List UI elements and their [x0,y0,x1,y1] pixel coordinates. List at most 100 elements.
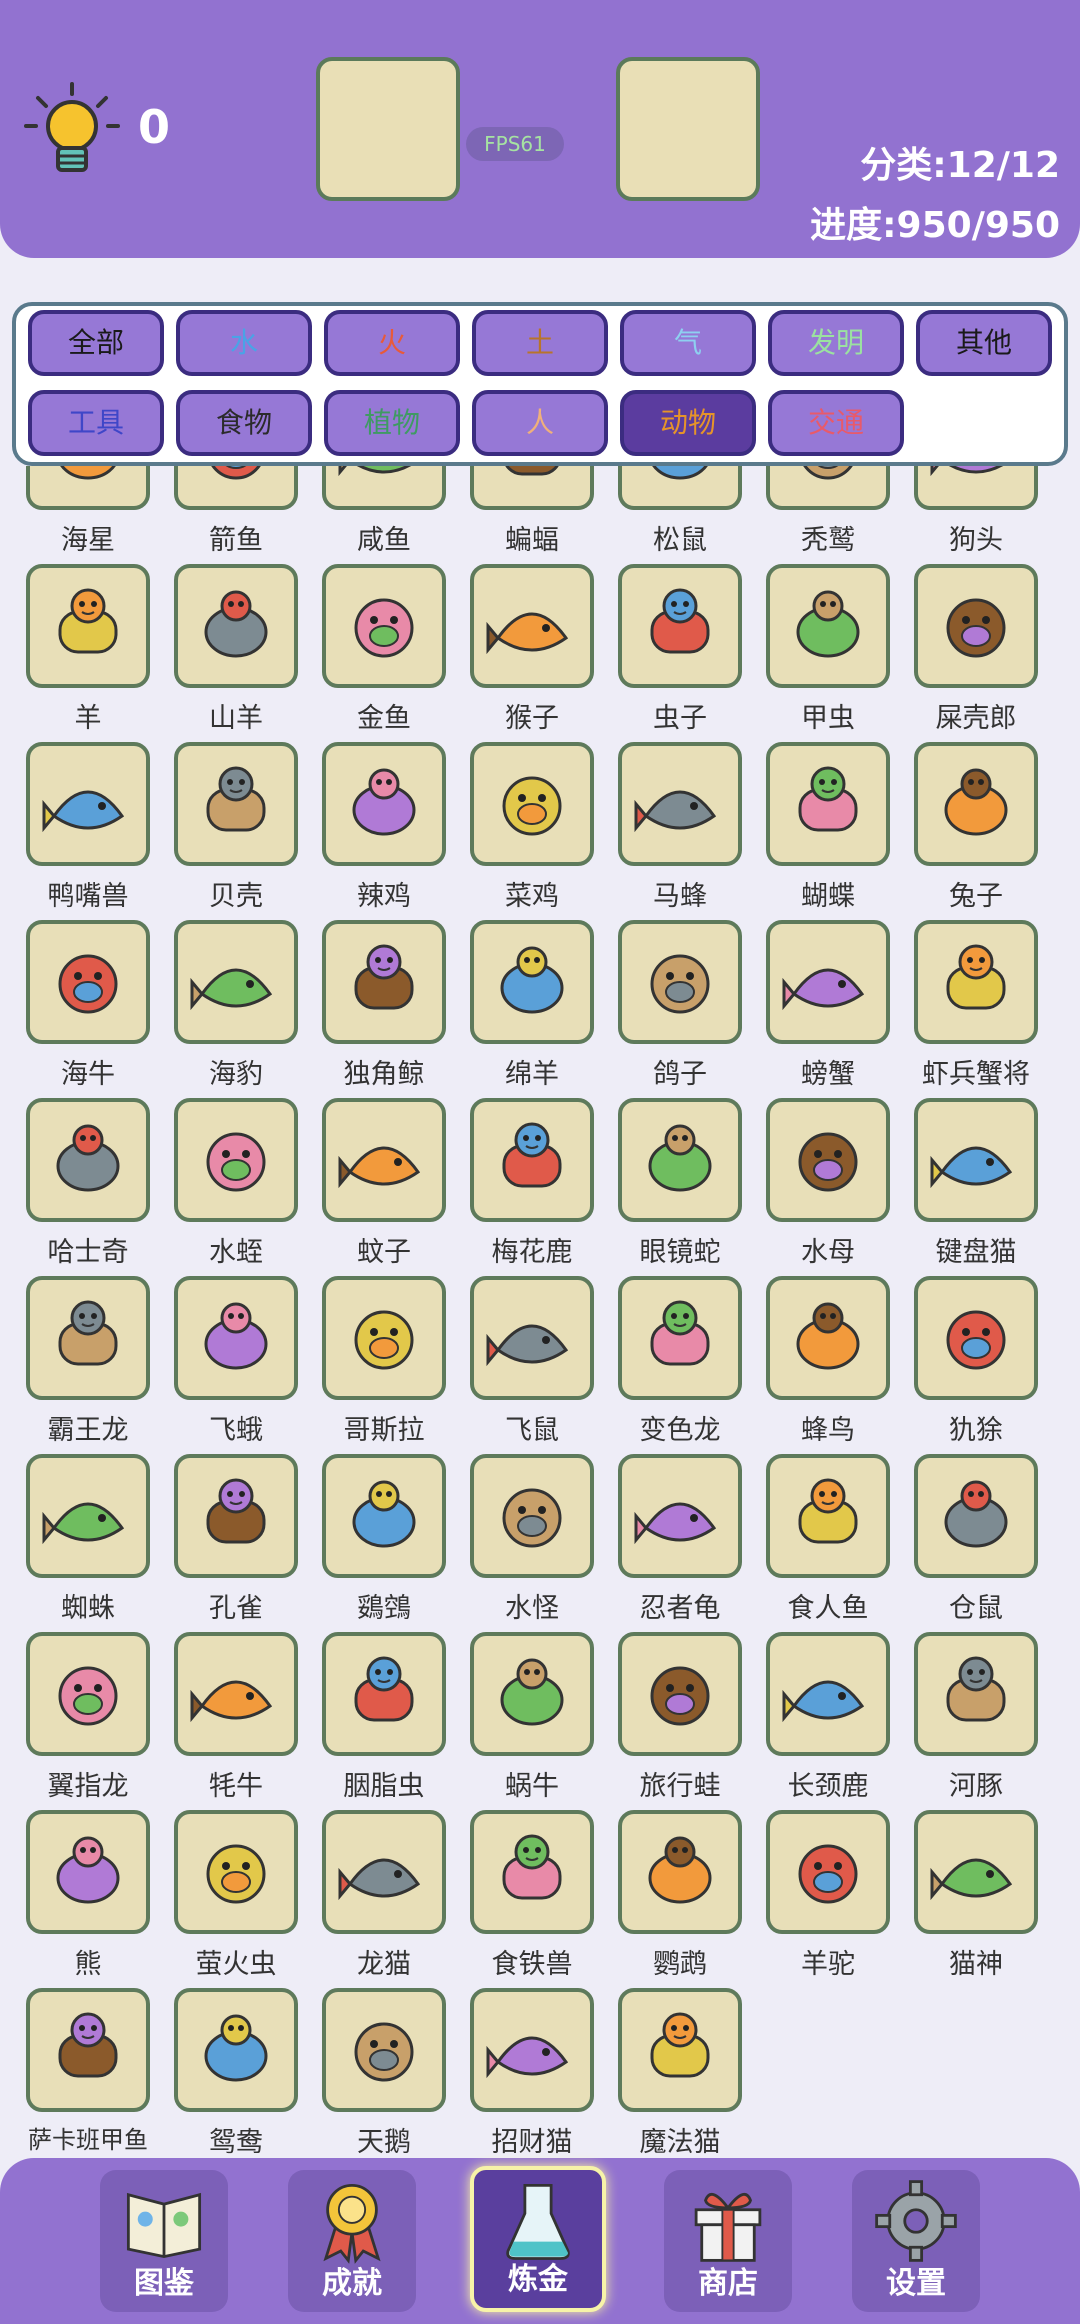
element-tile[interactable] [618,1098,742,1222]
element-tile[interactable] [322,742,446,866]
element-tile[interactable] [26,1988,150,2112]
element-grid[interactable]: 海星 箭鱼 咸鱼 蝙蝠 松鼠 秃鹫 狗头羊 山羊 金鱼 猴子 虫子 甲虫 屎壳郎 鸭嘴兽 贝壳 辣鸡 菜鸡 马蜂 蝴… [0,466,1080,2158]
element-tile[interactable] [914,1276,1038,1400]
element-tile[interactable] [470,564,594,688]
element-tile[interactable] [26,1454,150,1578]
element-card[interactable]: 键盘猫 [902,1098,1050,1276]
element-tile[interactable] [914,564,1038,688]
element-tile[interactable] [618,1454,742,1578]
element-card[interactable]: 水蛭 [162,1098,310,1276]
element-card[interactable]: 哥斯拉 [310,1276,458,1454]
element-card[interactable]: 猴子 [458,564,606,742]
element-card[interactable]: 羊驼 [754,1810,902,1988]
element-card[interactable]: 鵎鵼 [310,1454,458,1632]
element-card[interactable]: 孔雀 [162,1454,310,1632]
element-card[interactable]: 独角鲸 [310,920,458,1098]
element-card[interactable]: 虫子 [606,564,754,742]
element-card[interactable]: 螃蟹 [754,920,902,1098]
element-tile[interactable] [174,466,298,510]
element-tile[interactable] [26,1098,150,1222]
element-card[interactable]: 飞蛾 [162,1276,310,1454]
element-tile[interactable] [322,1810,446,1934]
filter-button[interactable]: 气 [620,310,756,376]
element-card[interactable]: 犰狳 [902,1276,1050,1454]
element-tile[interactable] [618,1988,742,2112]
nav-item[interactable]: 成就 [288,2170,416,2312]
element-tile[interactable] [174,1810,298,1934]
filter-button[interactable]: 土 [472,310,608,376]
filter-button[interactable]: 其他 [916,310,1052,376]
nav-item[interactable]: 图鉴 [100,2170,228,2312]
element-card[interactable]: 水母 [754,1098,902,1276]
element-tile[interactable] [766,466,890,510]
filter-button[interactable]: 交通 [768,390,904,456]
element-card[interactable]: 辣鸡 [310,742,458,920]
element-card[interactable]: 绵羊 [458,920,606,1098]
element-tile[interactable] [26,1632,150,1756]
nav-item[interactable]: 炼金 [470,2166,606,2312]
filter-button[interactable]: 全部 [28,310,164,376]
element-card[interactable]: 狗头 [902,466,1050,564]
element-tile[interactable] [618,1276,742,1400]
element-tile[interactable] [470,1810,594,1934]
element-tile[interactable] [26,742,150,866]
element-tile[interactable] [914,1098,1038,1222]
element-card[interactable]: 山羊 [162,564,310,742]
element-card[interactable]: 哈士奇 [14,1098,162,1276]
element-card[interactable]: 海豹 [162,920,310,1098]
element-tile[interactable] [766,1276,890,1400]
element-tile[interactable] [470,742,594,866]
element-tile[interactable] [26,920,150,1044]
element-tile[interactable] [470,1632,594,1756]
element-tile[interactable] [618,742,742,866]
element-card[interactable]: 猫神 [902,1810,1050,1988]
element-tile[interactable] [914,1810,1038,1934]
filter-button[interactable]: 工具 [28,390,164,456]
element-tile[interactable] [174,1632,298,1756]
element-card[interactable]: 菜鸡 [458,742,606,920]
element-card[interactable]: 鸳鸯 [162,1988,310,2158]
element-tile[interactable] [26,1276,150,1400]
element-tile[interactable] [174,742,298,866]
filter-button[interactable]: 发明 [768,310,904,376]
element-tile[interactable] [470,920,594,1044]
element-card[interactable]: 飞鼠 [458,1276,606,1454]
element-card[interactable]: 鸭嘴兽 [14,742,162,920]
element-tile[interactable] [470,1276,594,1400]
element-card[interactable]: 胭脂虫 [310,1632,458,1810]
element-card[interactable]: 蝴蝶 [754,742,902,920]
element-tile[interactable] [322,466,446,510]
element-tile[interactable] [174,564,298,688]
element-tile[interactable] [766,920,890,1044]
element-card[interactable]: 屎壳郎 [902,564,1050,742]
element-tile[interactable] [766,1454,890,1578]
element-card[interactable]: 马蜂 [606,742,754,920]
element-card[interactable]: 熊 [14,1810,162,1988]
element-card[interactable]: 水怪 [458,1454,606,1632]
element-tile[interactable] [322,1454,446,1578]
element-card[interactable]: 鹦鹉 [606,1810,754,1988]
element-card[interactable]: 牦牛 [162,1632,310,1810]
element-tile[interactable] [322,1276,446,1400]
element-tile[interactable] [174,920,298,1044]
element-tile[interactable] [766,1810,890,1934]
element-tile[interactable] [470,1988,594,2112]
nav-item[interactable]: 商店 [664,2170,792,2312]
element-card[interactable]: 箭鱼 [162,466,310,564]
element-tile[interactable] [618,1632,742,1756]
element-card[interactable]: 魔法猫 [606,1988,754,2158]
element-card[interactable]: 松鼠 [606,466,754,564]
element-card[interactable]: 梅花鹿 [458,1098,606,1276]
combine-slot-left[interactable] [316,57,460,201]
element-tile[interactable] [766,1098,890,1222]
element-tile[interactable] [322,564,446,688]
element-tile[interactable] [174,1276,298,1400]
lightbulb-icon[interactable] [24,80,120,180]
element-card[interactable]: 海星 [14,466,162,564]
element-card[interactable]: 蝙蝠 [458,466,606,564]
element-card[interactable]: 贝壳 [162,742,310,920]
element-card[interactable]: 长颈鹿 [754,1632,902,1810]
element-card[interactable]: 仓鼠 [902,1454,1050,1632]
element-card[interactable]: 羊 [14,564,162,742]
element-tile[interactable] [322,920,446,1044]
